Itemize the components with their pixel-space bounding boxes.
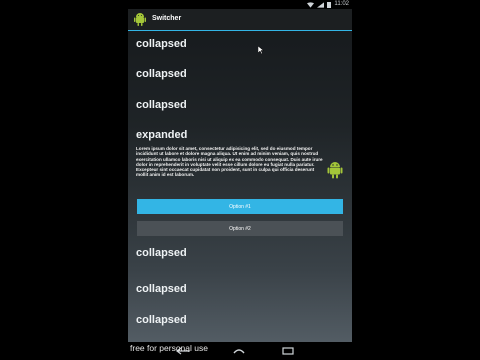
list-item[interactable]: collapsed	[136, 68, 187, 80]
action-bar: Switcher	[128, 9, 352, 31]
app-title: Switcher	[152, 15, 182, 22]
option-1-button[interactable]: Option #1	[137, 199, 343, 214]
list-item[interactable]: collapsed	[136, 38, 187, 50]
status-icons: 11:02	[307, 1, 349, 8]
signal-icon	[317, 1, 325, 8]
phone-screen: 11:02 Switcher collapsed collapsed colla…	[128, 0, 352, 360]
watermark-text: free for personal use	[130, 343, 208, 353]
list-item-expanded[interactable]: expanded	[136, 129, 187, 141]
list-item[interactable]: collapsed	[136, 314, 187, 326]
home-icon[interactable]	[232, 347, 246, 355]
mouse-cursor-icon	[258, 46, 264, 55]
android-icon	[327, 162, 343, 179]
battery-icon	[327, 1, 332, 8]
status-time: 11:02	[334, 1, 349, 7]
android-app-icon[interactable]	[133, 12, 147, 27]
wifi-icon	[307, 1, 315, 8]
option-2-button[interactable]: Option #2	[137, 221, 343, 236]
status-bar: 11:02	[128, 0, 352, 9]
list-item[interactable]: collapsed	[136, 99, 187, 111]
recent-apps-icon[interactable]	[282, 347, 294, 355]
list-item[interactable]: collapsed	[136, 247, 187, 259]
list-item[interactable]: collapsed	[136, 283, 187, 295]
expanded-text: Lorem ipsum dolor sit amet, consectetur …	[136, 146, 323, 178]
